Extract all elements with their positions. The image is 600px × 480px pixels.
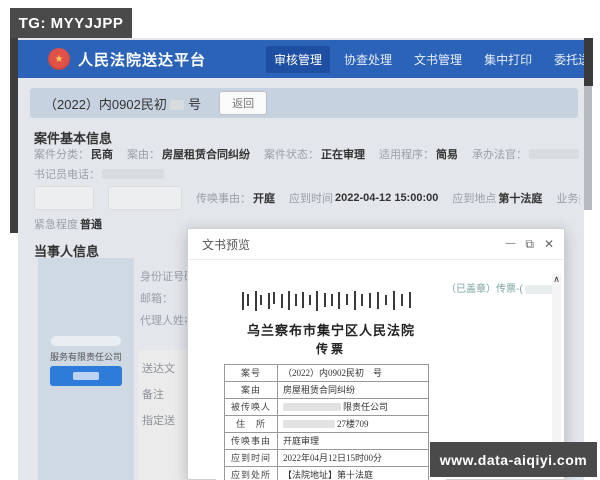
row-label: 案号 [225, 365, 278, 381]
case-number-banner: （2022）内0902民初 号 返回 [30, 88, 578, 118]
redacted-summoned-name [283, 403, 341, 411]
photo-edge-right-mid [584, 86, 592, 210]
blurred-action-button-2[interactable] [108, 186, 182, 210]
scroll-up-icon[interactable]: ∧ [552, 274, 561, 285]
mongolian-script-header [242, 291, 411, 311]
close-icon[interactable]: ✕ [544, 238, 554, 250]
summons-document: 乌兰察布市集宁区人民法院 传票 案号 （2022）内0902民初 号 案由 房屋… [216, 270, 446, 480]
party-field-email-label: 邮箱： [140, 293, 173, 305]
table-row: 住 所 27楼709 [225, 415, 428, 432]
back-button[interactable]: 返回 [219, 91, 268, 115]
modal-titlebar: 文书预览 — ⧉ ✕ [188, 229, 564, 260]
row-label: 应到时间 [225, 450, 278, 466]
field-value: 简易 [436, 149, 458, 161]
modal-title: 文书预览 [202, 237, 251, 252]
case-number: （2022）内0902民初 号 [44, 96, 202, 112]
court-delivery-app: ★ 人民法院送达平台 审核管理 协查处理 文书管理 集中打印 委托送达管理 （2… [18, 38, 584, 480]
field-label: 案由： [127, 149, 160, 161]
field-label: 应到时间 [289, 193, 333, 205]
redacted-button-label [73, 372, 99, 380]
redacted-company-line [51, 336, 121, 346]
court-name: 乌兰察布市集宁区人民法院 [246, 323, 415, 338]
case-info-row-1: 案件分类： 民商 案由： 房屋租赁合同纠纷 案件状态： 正在审理 适用程序： 简易 承办… [34, 146, 580, 162]
minimize-icon[interactable]: — [505, 239, 515, 249]
field-label: 应到地点 [452, 193, 497, 205]
field-value: 2022-04-12 15:00:00 [335, 192, 439, 204]
row-value: 27楼709 [278, 416, 369, 432]
party-action-button[interactable] [50, 366, 122, 386]
case-info-title: 案件基本信息 [34, 131, 113, 146]
row-value: 限责任公司 [278, 399, 388, 415]
table-row: 案号 （2022）内0902民初 号 [225, 365, 428, 381]
stamped-summons-label[interactable]: （已盖章）传票-( [446, 280, 560, 295]
field-label: 适用程序： [379, 149, 434, 161]
row-value: 2022年04月12日15时00分 [283, 453, 383, 463]
field-label: 紧急程度 [34, 219, 78, 231]
document-type: 传票 [315, 342, 346, 356]
menu-assist-processing[interactable]: 协查处理 [336, 46, 400, 73]
menu-document-management[interactable]: 文书管理 [406, 46, 470, 73]
row-value: （2022）内0902民初 号 [283, 368, 383, 378]
field-label: 案件分类： [34, 149, 89, 161]
menu-centralized-printing[interactable]: 集中打印 [476, 46, 540, 73]
menu-entrusted-delivery[interactable]: 委托送达管理 [546, 46, 584, 73]
table-row: 应到处所 【法院地址】第十法庭 [225, 466, 428, 480]
popout-icon[interactable]: ⧉ [525, 238, 534, 250]
photo-edge-left [10, 38, 18, 233]
company-name-suffix: 服务有限责任公司 [49, 352, 122, 362]
field-value: 普通 [80, 219, 102, 231]
table-row: 案由 房屋租赁合同纠纷 [225, 381, 428, 398]
screenshot: TG: MYYJJPP ★ 人民法院送达平台 审核管理 协查处理 文书管理 集中… [0, 0, 600, 480]
row-value: 房屋租赁合同纠纷 [283, 385, 356, 395]
row-label: 传唤事由 [225, 433, 278, 449]
field-label: 案件状态： [264, 149, 319, 161]
field-label: 承办法官： [472, 149, 527, 161]
table-row: 传唤事由 开庭审理 [225, 432, 428, 449]
field-value: 开庭 [253, 193, 275, 205]
watermark-telegram: TG: MYYJJPP [10, 8, 132, 38]
blurred-action-button-1[interactable] [34, 186, 94, 210]
summons-table: 案号 （2022）内0902民初 号 案由 房屋租赁合同纠纷 被传唤人 限责任公… [224, 364, 429, 480]
menu-audit-management[interactable]: 审核管理 [266, 45, 331, 73]
field-value: 正在审理 [321, 149, 365, 161]
table-row: 应到时间 2022年04月12日15时00分 [225, 449, 428, 466]
party-card: 服务有限责任公司 [38, 258, 134, 480]
redacted-address [283, 420, 335, 428]
row-label: 案由 [225, 382, 278, 398]
row-label: 住 所 [225, 416, 278, 432]
modal-window-controls: — ⧉ ✕ [505, 238, 554, 250]
top-navbar: ★ 人民法院送达平台 审核管理 协查处理 文书管理 集中打印 委托送达管理 [18, 40, 584, 78]
row-label: 被传唤人 [225, 399, 278, 415]
table-row: 被传唤人 限责任公司 [225, 398, 428, 415]
row-value: 【法院地址】第十法庭 [283, 470, 374, 480]
field-value: 房屋租赁合同纠纷 [162, 149, 250, 161]
row-value: 开庭审理 [283, 436, 320, 446]
case-info-row-2: 书记员电话： [34, 166, 580, 182]
field-value: 第十法庭 [498, 193, 543, 205]
photo-edge-right-top [584, 38, 593, 86]
app-title: 人民法院送达平台 [78, 51, 207, 69]
court-emblem-icon: ★ [48, 48, 70, 70]
redacted-judge-name [529, 149, 579, 159]
field-label: 传唤事由： [196, 193, 251, 205]
watermark-website: www.data-aiqiyi.com [430, 442, 597, 477]
redacted-case-digits [170, 100, 185, 111]
field-label: 业务类型 [556, 193, 580, 205]
main-menu: 审核管理 协查处理 文书管理 集中打印 委托送达管理 [266, 45, 584, 73]
field-label: 书记员电话： [34, 169, 100, 181]
redacted-clerk-phone [102, 169, 164, 179]
field-value: 民商 [91, 149, 113, 161]
case-info-row-3: 传唤事由： 开庭 应到时间 2022-04-12 15:00:00 应到地点 第十法庭… [34, 186, 580, 210]
row-label: 应到处所 [225, 467, 278, 480]
